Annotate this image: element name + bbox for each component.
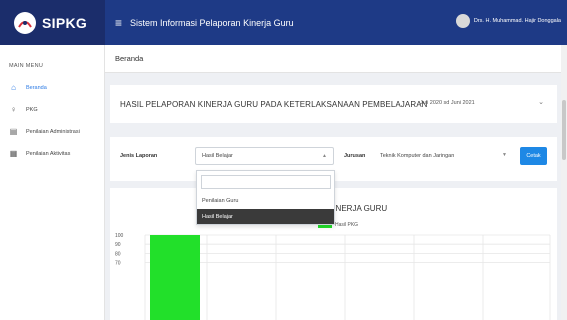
sidebar-item-penilaian-aktivitas[interactable]: ▦ Penilaian Aktivitas — [9, 149, 71, 158]
dropdown-option-penilaian-guru[interactable]: Penilaian Guru — [197, 193, 334, 208]
sidebar-item-label: Beranda — [26, 84, 47, 91]
jenis-laporan-select[interactable]: Hasil Belajar ▲ — [195, 147, 334, 165]
grid-icon: ▦ — [9, 149, 18, 158]
report-card: HASIL PELAPORAN KINERJA GURU PADA KETERL… — [110, 85, 557, 123]
jurusan-label: Jurusan — [344, 153, 366, 159]
avatar — [455, 14, 470, 28]
chart-bar[interactable] — [150, 235, 200, 320]
user-name: Drs. H. Muhammad. Hajir Donggala — [473, 18, 561, 24]
breadcrumb: Beranda — [115, 54, 144, 63]
sidebar-item-pkg[interactable]: ♀ PKG — [9, 105, 38, 114]
chevron-down-icon: ⌄ — [538, 99, 544, 106]
jenis-laporan-value: Hasil Belajar — [202, 153, 233, 159]
jenis-laporan-dropdown: Penilaian Guru Hasil Belajar — [196, 170, 335, 225]
breadcrumb-bar: Beranda — [105, 45, 567, 73]
topbar: ≡ Sistem Informasi Pelaporan Kinerja Gur… — [105, 0, 567, 45]
brand-name: SIPKG — [42, 14, 88, 31]
jurusan-select[interactable]: Teknik Komputer dan Jaringan ▼ — [374, 147, 513, 165]
jenis-laporan-label: Jenis Laporan — [120, 153, 158, 159]
chevron-down-icon: ▼ — [502, 152, 507, 158]
period-select[interactable]: Juli 2020 sd Juni 2021 ⌄ — [409, 93, 549, 113]
menu-heading: MAIN MENU — [9, 63, 44, 69]
jurusan-value: Teknik Komputer dan Jaringan — [380, 153, 455, 159]
sidebar-item-label: Penilaian Administrasi — [26, 128, 80, 135]
chart-title: KINERJA GURU — [328, 204, 388, 213]
dropdown-option-hasil-belajar[interactable]: Hasil Belajar — [197, 209, 334, 224]
y-tick-label: 100 — [115, 233, 124, 239]
hamburger-icon[interactable]: ≡ — [115, 17, 122, 29]
brand[interactable]: SIPKG — [0, 0, 105, 45]
logo-icon — [14, 11, 36, 34]
document-icon: ▤ — [9, 127, 18, 136]
y-tick-label: 70 — [115, 261, 121, 267]
user-icon: ♀ — [10, 105, 17, 114]
app-title: Sistem Informasi Pelaporan Kinerja Guru — [130, 17, 294, 28]
user-menu[interactable]: Drs. H. Muhammad. Hajir Donggala — [455, 14, 561, 28]
y-tick-label: 80 — [115, 251, 121, 257]
period-value: Juli 2020 sd Juni 2021 — [420, 100, 475, 106]
y-tick-label: 90 — [115, 242, 121, 248]
scrollbar[interactable] — [561, 45, 567, 320]
dropdown-search-input[interactable] — [201, 175, 331, 189]
legend-label: Hasil PKG — [335, 221, 359, 228]
cetak-button[interactable]: Cetak — [520, 147, 547, 165]
sidebar-item-label: PKG — [26, 106, 38, 113]
home-icon: ⌂ — [11, 83, 16, 92]
sidebar-item-label: Penilaian Aktivitas — [26, 150, 71, 157]
scroll-thumb[interactable] — [562, 100, 566, 160]
chevron-up-icon: ▲ — [322, 153, 327, 159]
sidebar: MAIN MENU ⌂ Beranda ♀ PKG ▤ Penilaian Ad… — [0, 45, 105, 320]
main-content: Beranda HASIL PELAPORAN KINERJA GURU PAD… — [105, 45, 567, 320]
sidebar-item-penilaian-administrasi[interactable]: ▤ Penilaian Administrasi — [9, 127, 80, 136]
sidebar-item-beranda[interactable]: ⌂ Beranda — [9, 83, 47, 92]
page-title: HASIL PELAPORAN KINERJA GURU PADA KETERL… — [120, 99, 428, 109]
